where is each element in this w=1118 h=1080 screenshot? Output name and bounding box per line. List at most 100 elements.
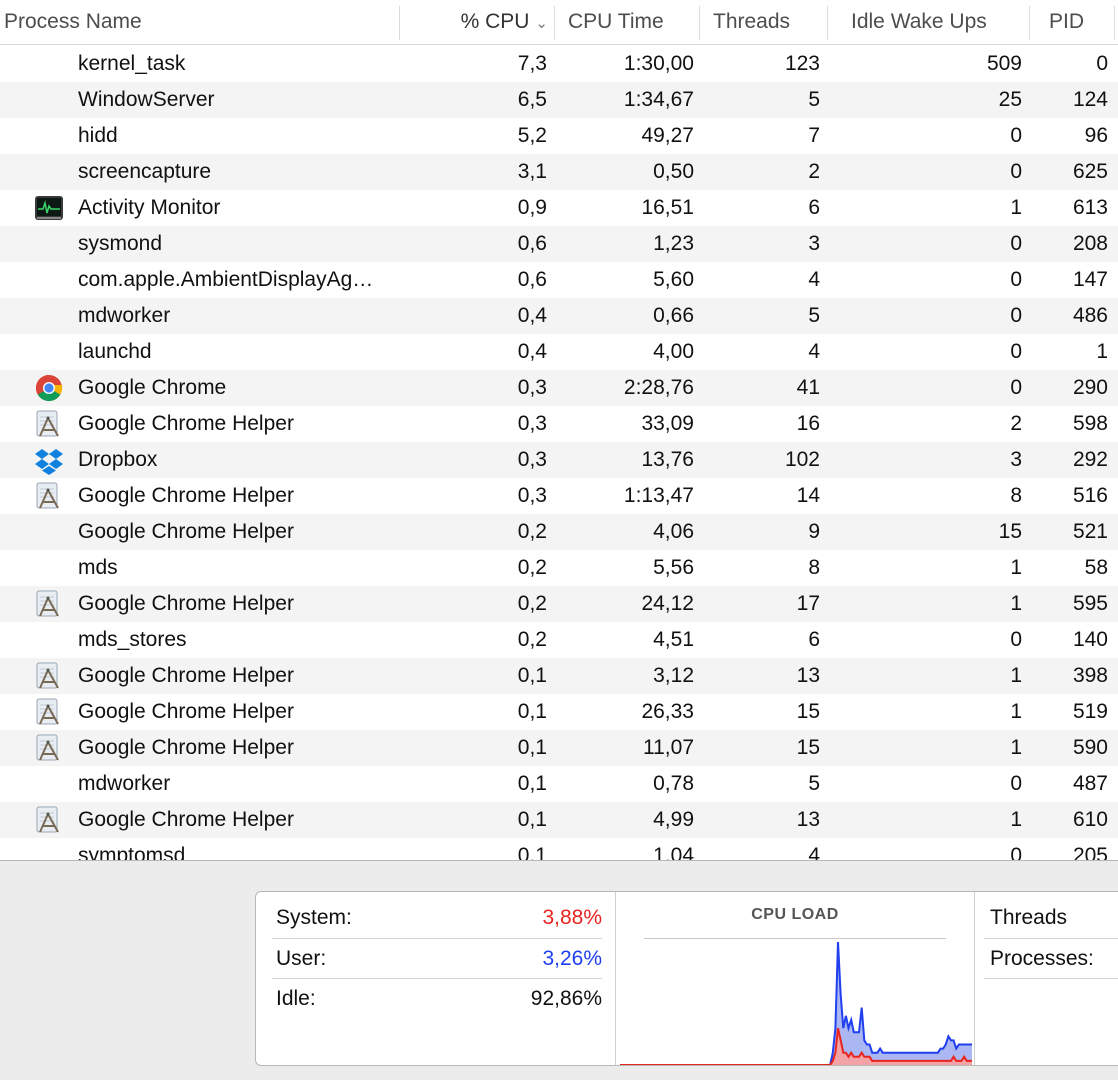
table-row[interactable]: hidd 5,2 49,27 7 0 96 (0, 118, 1118, 154)
process-name: Google Chrome Helper (78, 664, 294, 687)
app-generic-icon (34, 661, 64, 691)
table-row[interactable]: Dropbox 0,3 13,76 102 3 292 (0, 442, 1118, 478)
thread-count: 13 (796, 664, 820, 687)
process-name: Activity Monitor (78, 196, 221, 219)
table-row[interactable]: sysmond 0,6 1,23 3 0 208 (0, 226, 1118, 262)
column-header-pid[interactable]: PID (1049, 0, 1115, 44)
table-row[interactable]: com.apple.AmbientDisplayAg… 0,6 5,60 4 0 147 (0, 262, 1118, 298)
column-divider[interactable] (827, 6, 828, 40)
idle-wake-ups: 0 (1010, 124, 1022, 147)
thread-count: 7 (808, 124, 820, 147)
pid: 292 (1072, 448, 1108, 471)
cpu-time: 26,33 (641, 700, 694, 723)
table-row[interactable]: Google Chrome 0,3 2:28,76 41 0 290 (0, 370, 1118, 406)
system-label: System: (276, 906, 352, 929)
table-row[interactable]: WindowServer 6,5 1:34,67 5 25 124 (0, 82, 1118, 118)
process-name: Google Chrome Helper (78, 700, 294, 723)
table-row[interactable]: mdworker 0,1 0,78 5 0 487 (0, 766, 1118, 802)
cpu-percent: 0,2 (517, 592, 547, 615)
idle-wake-ups: 0 (1010, 772, 1022, 795)
app-generic-icon (34, 733, 64, 763)
table-row[interactable]: mds 0,2 5,56 8 1 58 (0, 550, 1118, 586)
process-table[interactable]: kernel_task 7,3 1:30,00 123 509 0 WindowServer… (0, 46, 1118, 860)
process-name: Google Chrome Helper (78, 412, 294, 435)
cpu-percent: 0,3 (517, 412, 547, 435)
idle-wake-ups: 1 (1010, 700, 1022, 723)
processes-stat: Processes: (990, 939, 1118, 979)
process-name: hidd (78, 124, 118, 147)
table-row[interactable]: mds_stores 0,2 4,51 6 0 140 (0, 622, 1118, 658)
thread-count: 5 (808, 88, 820, 111)
table-row[interactable]: launchd 0,4 4,00 4 0 1 (0, 334, 1118, 370)
thread-count: 8 (808, 556, 820, 579)
process-name: mds (78, 556, 118, 579)
column-header-process-name[interactable]: Process Name (4, 0, 398, 44)
table-row[interactable]: Google Chrome Helper 0,3 1:13,47 14 8 516 (0, 478, 1118, 514)
column-divider[interactable] (699, 6, 700, 40)
table-row[interactable]: symptomsd 0,1 1,04 4 0 205 (0, 838, 1118, 860)
process-name: Google Chrome Helper (78, 520, 294, 543)
pid: 147 (1072, 268, 1108, 291)
pid: 486 (1072, 304, 1108, 327)
thread-count: 14 (796, 484, 820, 507)
user-load-line (620, 941, 972, 1065)
thread-count: 9 (808, 520, 820, 543)
cpu-time: 4,51 (653, 628, 694, 651)
dropbox-icon (34, 445, 64, 475)
idle-wake-ups: 0 (1010, 268, 1022, 291)
table-row[interactable]: Google Chrome Helper 0,1 11,07 15 1 590 (0, 730, 1118, 766)
process-name: mds_stores (78, 628, 187, 651)
processes-label: Processes: (990, 947, 1094, 970)
process-name: sysmond (78, 232, 163, 255)
table-row[interactable]: Google Chrome Helper 0,2 24,12 17 1 595 (0, 586, 1118, 622)
idle-wake-ups: 1 (1010, 808, 1022, 831)
cpu-percent: 0,1 (517, 664, 547, 687)
thread-count: 4 (808, 340, 820, 363)
thread-count: 102 (784, 448, 820, 471)
table-row[interactable]: kernel_task 7,3 1:30,00 123 509 0 (0, 46, 1118, 82)
column-divider[interactable] (1114, 6, 1115, 40)
column-header-threads[interactable]: Threads (713, 0, 825, 44)
chevron-down-icon: ⌄ (535, 15, 548, 32)
table-row[interactable]: Google Chrome Helper 0,1 3,12 13 1 398 (0, 658, 1118, 694)
activity-monitor-window: Process Name % CPU ⌄ CPU Time Threads Idl… (0, 0, 1118, 1080)
column-header-cpu[interactable]: % CPU ⌄ (400, 0, 552, 44)
cpu-time: 2:28,76 (623, 376, 694, 399)
cpu-time: 33,09 (641, 412, 694, 435)
idle-wake-ups: 0 (1010, 376, 1022, 399)
thread-count: 6 (808, 196, 820, 219)
cpu-time: 3,12 (653, 664, 694, 687)
column-header-idle-wake-ups[interactable]: Idle Wake Ups (851, 0, 1027, 44)
threads-stat: Threads (990, 898, 1118, 938)
table-row[interactable]: screencapture 3,1 0,50 2 0 625 (0, 154, 1118, 190)
column-divider[interactable] (1029, 6, 1030, 40)
table-row[interactable]: mdworker 0,4 0,66 5 0 486 (0, 298, 1118, 334)
process-name: launchd (78, 340, 152, 363)
column-divider[interactable] (554, 6, 555, 40)
cpu-percent: 0,1 (517, 808, 547, 831)
user-stat: User: 3,26% (272, 939, 602, 979)
table-row[interactable]: Google Chrome Helper 0,3 33,09 16 2 598 (0, 406, 1118, 442)
idle-wake-ups: 0 (1010, 304, 1022, 327)
column-header-cpu-time[interactable]: CPU Time (568, 0, 698, 44)
idle-wake-ups: 1 (1010, 736, 1022, 759)
cpu-percent: 0,9 (517, 196, 547, 219)
cpu-time: 49,27 (641, 124, 694, 147)
thread-count: 5 (808, 772, 820, 795)
table-row[interactable]: Google Chrome Helper 0,1 4,99 13 1 610 (0, 802, 1118, 838)
summary-panel: System: 3,88% User: 3,26% Idle: 92,86% C… (0, 860, 1118, 1080)
cpu-percent: 7,3 (517, 52, 547, 75)
thread-count: 4 (808, 844, 820, 860)
pid: 398 (1072, 664, 1108, 687)
table-row[interactable]: Google Chrome Helper 0,2 4,06 9 15 521 (0, 514, 1118, 550)
thread-count: 13 (796, 808, 820, 831)
process-name: com.apple.AmbientDisplayAg… (78, 268, 374, 291)
process-name: Dropbox (78, 448, 158, 471)
table-row[interactable]: Activity Monitor 0,9 16,51 6 1 613 (0, 190, 1118, 226)
divider (984, 978, 1118, 979)
thread-count: 3 (808, 232, 820, 255)
idle-wake-ups: 1 (1010, 664, 1022, 687)
cpu-time: 1:13,47 (623, 484, 694, 507)
table-row[interactable]: Google Chrome Helper 0,1 26,33 15 1 519 (0, 694, 1118, 730)
table-header: Process Name % CPU ⌄ CPU Time Threads Idl… (0, 0, 1118, 45)
